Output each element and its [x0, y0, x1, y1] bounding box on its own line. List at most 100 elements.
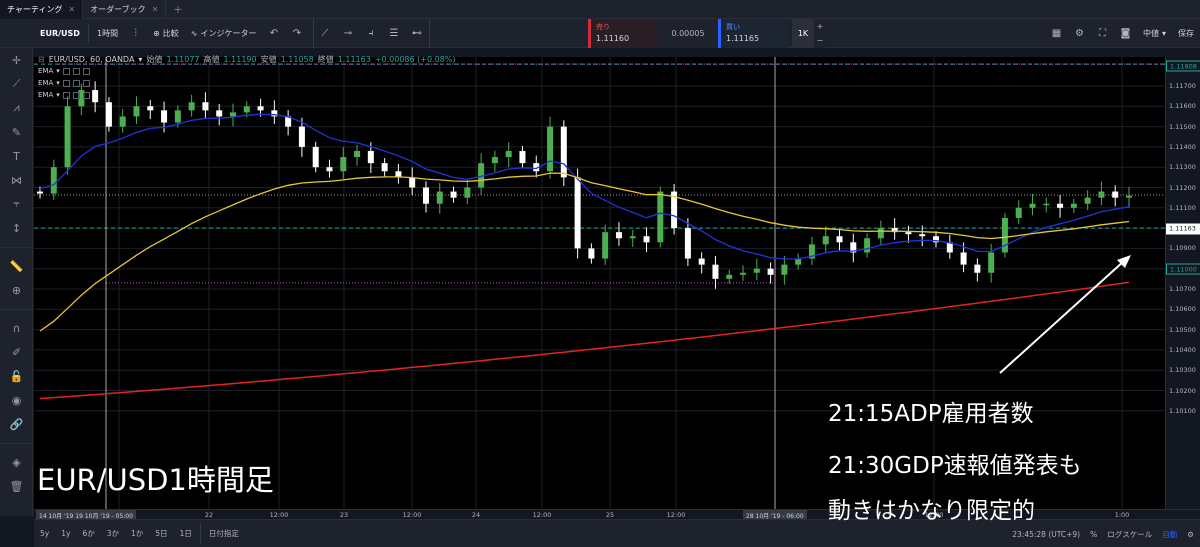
quantity-field[interactable]: 1K — [792, 19, 814, 48]
chevron-down-icon: ▾ — [138, 54, 143, 64]
sell-button[interactable]: 売り 1.11160 — [588, 19, 658, 48]
ema-indicator-3[interactable]: EMA ▾ — [38, 91, 90, 99]
open-label: 始値 — [146, 54, 163, 64]
divider — [0, 436, 33, 444]
candle-body — [864, 238, 871, 253]
measure-arrow-icon[interactable]: ↕ — [0, 216, 33, 240]
close-icon[interactable]: ✕ — [152, 5, 159, 14]
price-scale[interactable]: 1.11700 1.11600 1.11500 1.11400 1.11300 1.112… — [1165, 57, 1200, 509]
collapse-icon[interactable]: ⊟ — [38, 55, 45, 64]
range-5y[interactable]: 5y — [34, 529, 55, 538]
brush-icon[interactable]: ✎ — [0, 120, 33, 144]
trash-icon[interactable]: 🗑 — [0, 474, 33, 498]
range-6m[interactable]: 6か — [76, 528, 100, 539]
minus-icon[interactable]: − — [817, 36, 824, 45]
bottom-right-controls: 23:45:28 (UTC+9) % ログスケール 自動 ⚙ — [1012, 520, 1194, 547]
crosshair-icon[interactable]: ✛ — [0, 48, 33, 72]
close-icon[interactable] — [82, 67, 90, 75]
camera-icon[interactable]: ◙ — [1114, 19, 1137, 48]
horizontal-line-icon[interactable]: ⊸ — [337, 19, 360, 48]
tab-orderbook[interactable]: オーダーブック ✕ — [83, 0, 167, 19]
quantity-stepper[interactable]: + − — [814, 19, 826, 48]
text-icon[interactable]: T — [0, 144, 33, 168]
redo-icon[interactable]: ↷ — [286, 19, 309, 48]
date-range-button[interactable]: 日付指定 — [203, 528, 245, 539]
lock-icon[interactable]: 🔓 — [0, 364, 33, 388]
close-label: 終値 — [317, 54, 334, 64]
range-1y[interactable]: 1y — [55, 529, 76, 538]
auto-scale-toggle[interactable]: 自動 — [1162, 529, 1177, 540]
price-type-selector[interactable]: 中値 ▾ — [1137, 19, 1172, 48]
candle-body — [174, 110, 181, 123]
range-5d[interactable]: 5日 — [149, 528, 173, 539]
tab-charting[interactable]: チャーティング ✕ — [0, 0, 84, 19]
visibility-icon[interactable] — [62, 67, 70, 75]
candle-body — [836, 236, 843, 243]
candle-body — [753, 268, 760, 273]
ema-label: EMA — [38, 91, 54, 99]
visibility-icon[interactable] — [62, 91, 70, 99]
range-1m[interactable]: 1か — [125, 528, 149, 539]
magnet-icon[interactable]: ∩ — [0, 316, 33, 340]
ruler-icon[interactable]: 📏 — [0, 254, 33, 278]
price-tick: 1.10500 — [1169, 325, 1196, 334]
settings-icon[interactable] — [72, 91, 80, 99]
parallel-channel-icon[interactable]: ☰ — [383, 19, 406, 48]
save-button[interactable]: 保存 — [1172, 19, 1200, 48]
vertical-line-icon[interactable]: ⫞ — [360, 19, 383, 48]
log-scale-toggle[interactable]: ログスケール — [1107, 529, 1152, 540]
ray-icon[interactable]: ⊷ — [406, 19, 429, 48]
undo-icon[interactable]: ↶ — [263, 19, 286, 48]
clock[interactable]: 23:45:28 (UTC+9) — [1012, 530, 1080, 539]
spread-value: 0.00005 — [658, 19, 718, 48]
ema-label: EMA — [38, 67, 54, 75]
settings-icon[interactable] — [72, 79, 80, 87]
indicator-button[interactable]: ∿ インジケーター — [185, 19, 263, 48]
legend-symbol[interactable]: EUR/USD, 60, OANDA — [49, 55, 135, 64]
close-icon[interactable] — [82, 91, 90, 99]
candle-body — [229, 112, 236, 117]
high-value: 1.11190 — [223, 54, 257, 64]
close-icon[interactable] — [82, 79, 90, 87]
close-icon[interactable]: ✕ — [68, 5, 75, 14]
ema-indicator-1[interactable]: EMA ▾ — [38, 67, 90, 75]
settings-icon[interactable] — [72, 67, 80, 75]
zoom-icon[interactable]: ⊕ — [0, 278, 33, 302]
trend-line-icon[interactable]: ⟋ — [0, 72, 33, 96]
candle-body — [629, 236, 636, 239]
symbol-selector[interactable]: EUR/USD — [0, 19, 86, 48]
right-toolbar: ▦ ⚙ ⛶ ◙ 中値 ▾ 保存 — [1045, 19, 1200, 48]
interval-selector[interactable]: 1時間 — [91, 19, 124, 48]
range-3m[interactable]: 3か — [101, 528, 125, 539]
candle-body — [1029, 203, 1036, 208]
plus-icon[interactable]: + — [817, 22, 824, 31]
drawing-tools-group: ⟋ ⊸ ⫞ ☰ ⊷ — [312, 18, 430, 48]
candle-body — [905, 232, 912, 235]
buy-button[interactable]: 買い 1.11165 — [718, 19, 788, 48]
eye-icon[interactable]: ◉ — [0, 388, 33, 412]
add-tab-icon[interactable]: + — [166, 0, 189, 19]
price-badge-current: 1.11163 — [1166, 223, 1200, 235]
chart-area[interactable] — [34, 57, 1165, 509]
candle-body — [450, 191, 457, 198]
pattern-icon[interactable]: ⋈ — [0, 168, 33, 192]
percent-toggle[interactable]: % — [1090, 530, 1097, 539]
price-tick: 1.10600 — [1169, 305, 1196, 314]
ema-indicator-2[interactable]: EMA ▾ — [38, 79, 90, 87]
trend-line-icon[interactable]: ⟋ — [314, 19, 337, 48]
chevron-down-icon: ▾ — [56, 67, 60, 75]
visibility-icon[interactable] — [62, 79, 70, 87]
compare-button[interactable]: ⊕ 比較 — [147, 19, 185, 48]
layout-grid-icon[interactable]: ▦ — [1045, 19, 1068, 48]
gear-icon[interactable]: ⚙ — [1068, 19, 1091, 48]
link-icon[interactable]: 🔗 — [0, 412, 33, 436]
pencil-lock-icon[interactable]: ✐ — [0, 340, 33, 364]
forecast-icon[interactable]: ⫧ — [0, 192, 33, 216]
fib-icon[interactable]: ⩘ — [0, 96, 33, 120]
layers-icon[interactable]: ◈ — [0, 450, 33, 474]
chart-canvas[interactable] — [34, 57, 1165, 509]
candle-style-icon[interactable]: ⫶ — [124, 19, 147, 48]
range-1d[interactable]: 1日 — [174, 528, 198, 539]
fullscreen-icon[interactable]: ⛶ — [1091, 19, 1114, 48]
gear-icon[interactable]: ⚙ — [1187, 530, 1194, 539]
